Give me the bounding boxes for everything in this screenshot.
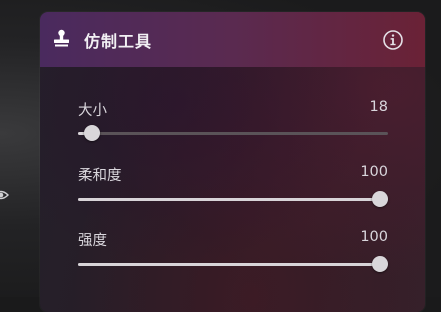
slider-label-softness: 柔和度 — [78, 168, 122, 184]
softness-slider-fill — [78, 198, 380, 201]
size-slider-thumb[interactable] — [84, 125, 100, 141]
slider-label-size: 大小 — [78, 103, 107, 119]
slider-label-strength: 强度 — [78, 233, 107, 249]
strength-slider-thumb[interactable] — [372, 256, 388, 272]
softness-slider[interactable] — [78, 191, 388, 207]
slider-value-strength: 100 — [360, 229, 388, 245]
softness-slider-thumb[interactable] — [372, 191, 388, 207]
slider-value-softness: 100 — [360, 164, 388, 180]
slider-value-size: 18 — [369, 99, 388, 115]
stamp-icon — [54, 29, 69, 47]
panel-title: 仿制工具 — [84, 32, 153, 51]
eye-icon[interactable] — [0, 185, 9, 205]
panel-header: 仿制工具 — [40, 12, 425, 67]
info-icon[interactable] — [382, 29, 404, 51]
strength-slider-fill — [78, 263, 380, 266]
clone-tool-panel: 仿制工具 大小 18 柔和度 100 强度 100 — [40, 12, 425, 312]
strength-slider[interactable] — [78, 256, 388, 272]
size-slider[interactable] — [78, 125, 388, 141]
